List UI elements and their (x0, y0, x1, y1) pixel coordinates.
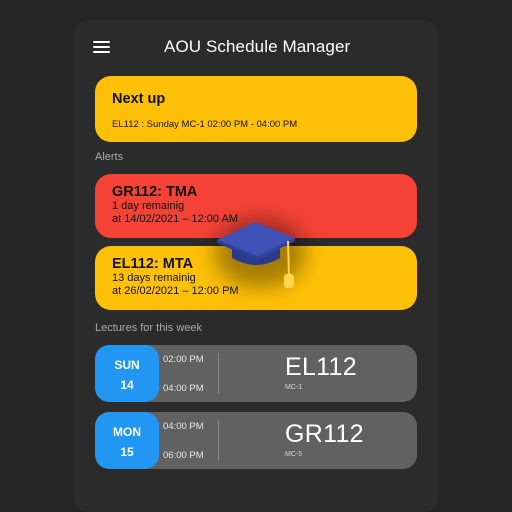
lecture-day-badge: SUN 14 (95, 345, 159, 402)
lecture-end-time: 06:00 PM (163, 450, 204, 461)
lecture-divider (218, 353, 219, 394)
lecture-start-time: 02:00 PM (163, 354, 204, 365)
next-up-detail: EL112 : Sunday MC-1 02:00 PM - 04:00 PM (112, 119, 298, 130)
lecture-course-code: EL112 (285, 353, 357, 381)
next-up-card[interactable]: Next up EL112 : Sunday MC-1 02:00 PM - 0… (95, 76, 417, 142)
lecture-day-date: 15 (120, 445, 134, 459)
alert-title: GR112: TMA (112, 184, 198, 200)
lecture-end-time: 04:00 PM (163, 383, 204, 394)
lecture-divider (218, 420, 219, 461)
next-up-title: Next up (112, 91, 166, 107)
lecture-card[interactable]: SUN 14 02:00 PM 04:00 PM EL112 MC-1 (95, 345, 417, 402)
lectures-section-label: Lectures for this week (95, 322, 202, 334)
lecture-room: MC-1 (285, 384, 303, 391)
lecture-course-code: GR112 (285, 420, 364, 448)
lecture-start-time: 04:00 PM (163, 421, 204, 432)
lecture-day-name: SUN (114, 358, 140, 372)
lecture-card[interactable]: MON 15 04:00 PM 06:00 PM GR112 MC-5 (95, 412, 417, 469)
app-bar: AOU Schedule Manager (74, 20, 438, 76)
graduation-cap-icon (210, 212, 310, 298)
lecture-day-badge: MON 15 (95, 412, 159, 469)
lecture-day-date: 14 (120, 378, 134, 392)
hamburger-menu-icon[interactable] (93, 41, 111, 55)
app-screen: AOU Schedule Manager Next up EL112 : Sun… (0, 0, 512, 512)
app-title: AOU Schedule Manager (164, 37, 351, 56)
lecture-day-name: MON (113, 425, 141, 439)
graduation-cap-graphic (217, 222, 295, 288)
alerts-section-label: Alerts (95, 151, 124, 163)
lecture-room: MC-5 (285, 451, 303, 458)
